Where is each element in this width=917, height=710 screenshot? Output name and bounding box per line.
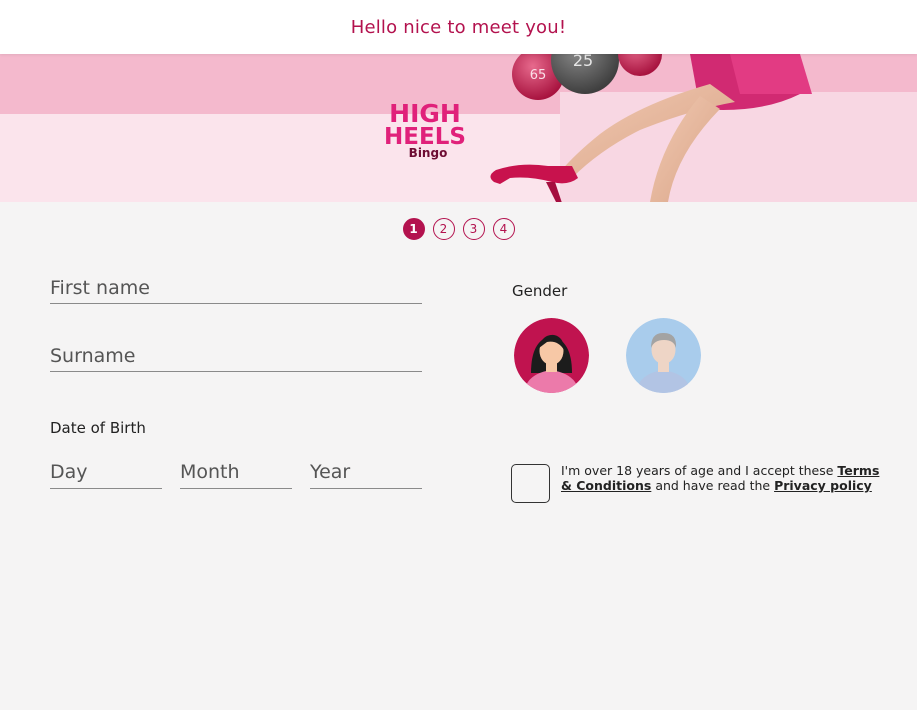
first-name-field	[50, 272, 422, 304]
step-2: 2	[432, 218, 455, 240]
svg-text:25: 25	[573, 54, 593, 70]
male-avatar-icon	[626, 318, 701, 393]
surname-field	[50, 340, 422, 372]
dob-month-field	[180, 456, 292, 489]
banner: 65 25 HIGH HEELS Bingo	[0, 54, 917, 202]
privacy-link[interactable]: Privacy policy	[774, 478, 872, 493]
step-1: 1	[402, 218, 425, 240]
terms-text-part: I'm over 18 years of age and I accept th…	[561, 463, 838, 478]
step-4: 4	[492, 218, 515, 240]
terms-text: I'm over 18 years of age and I accept th…	[561, 463, 881, 493]
logo-text: Bingo	[409, 146, 448, 160]
dob-year-field	[310, 456, 422, 489]
terms-text-part: and have read the	[651, 478, 775, 493]
step-3: 3	[462, 218, 485, 240]
gender-male-button[interactable]	[626, 318, 701, 393]
first-name-input[interactable]	[50, 272, 422, 303]
female-avatar-icon	[514, 318, 589, 393]
top-header: Hello nice to meet you!	[0, 0, 917, 54]
dob-year-input[interactable]	[310, 456, 422, 488]
banner-illustration: 65 25 HIGH HEELS Bingo	[0, 54, 917, 202]
dob-month-input[interactable]	[180, 456, 292, 488]
dob-day-field	[50, 456, 162, 489]
dob-label: Date of Birth	[50, 419, 146, 437]
gender-female-button[interactable]	[514, 318, 589, 393]
svg-text:65: 65	[530, 68, 547, 83]
page-title: Hello nice to meet you!	[350, 16, 567, 38]
age-terms-checkbox[interactable]	[511, 464, 550, 503]
gender-label: Gender	[512, 282, 568, 300]
dob-day-input[interactable]	[50, 456, 162, 488]
surname-input[interactable]	[50, 340, 422, 371]
step-indicator: 1 2 3 4	[0, 218, 917, 240]
